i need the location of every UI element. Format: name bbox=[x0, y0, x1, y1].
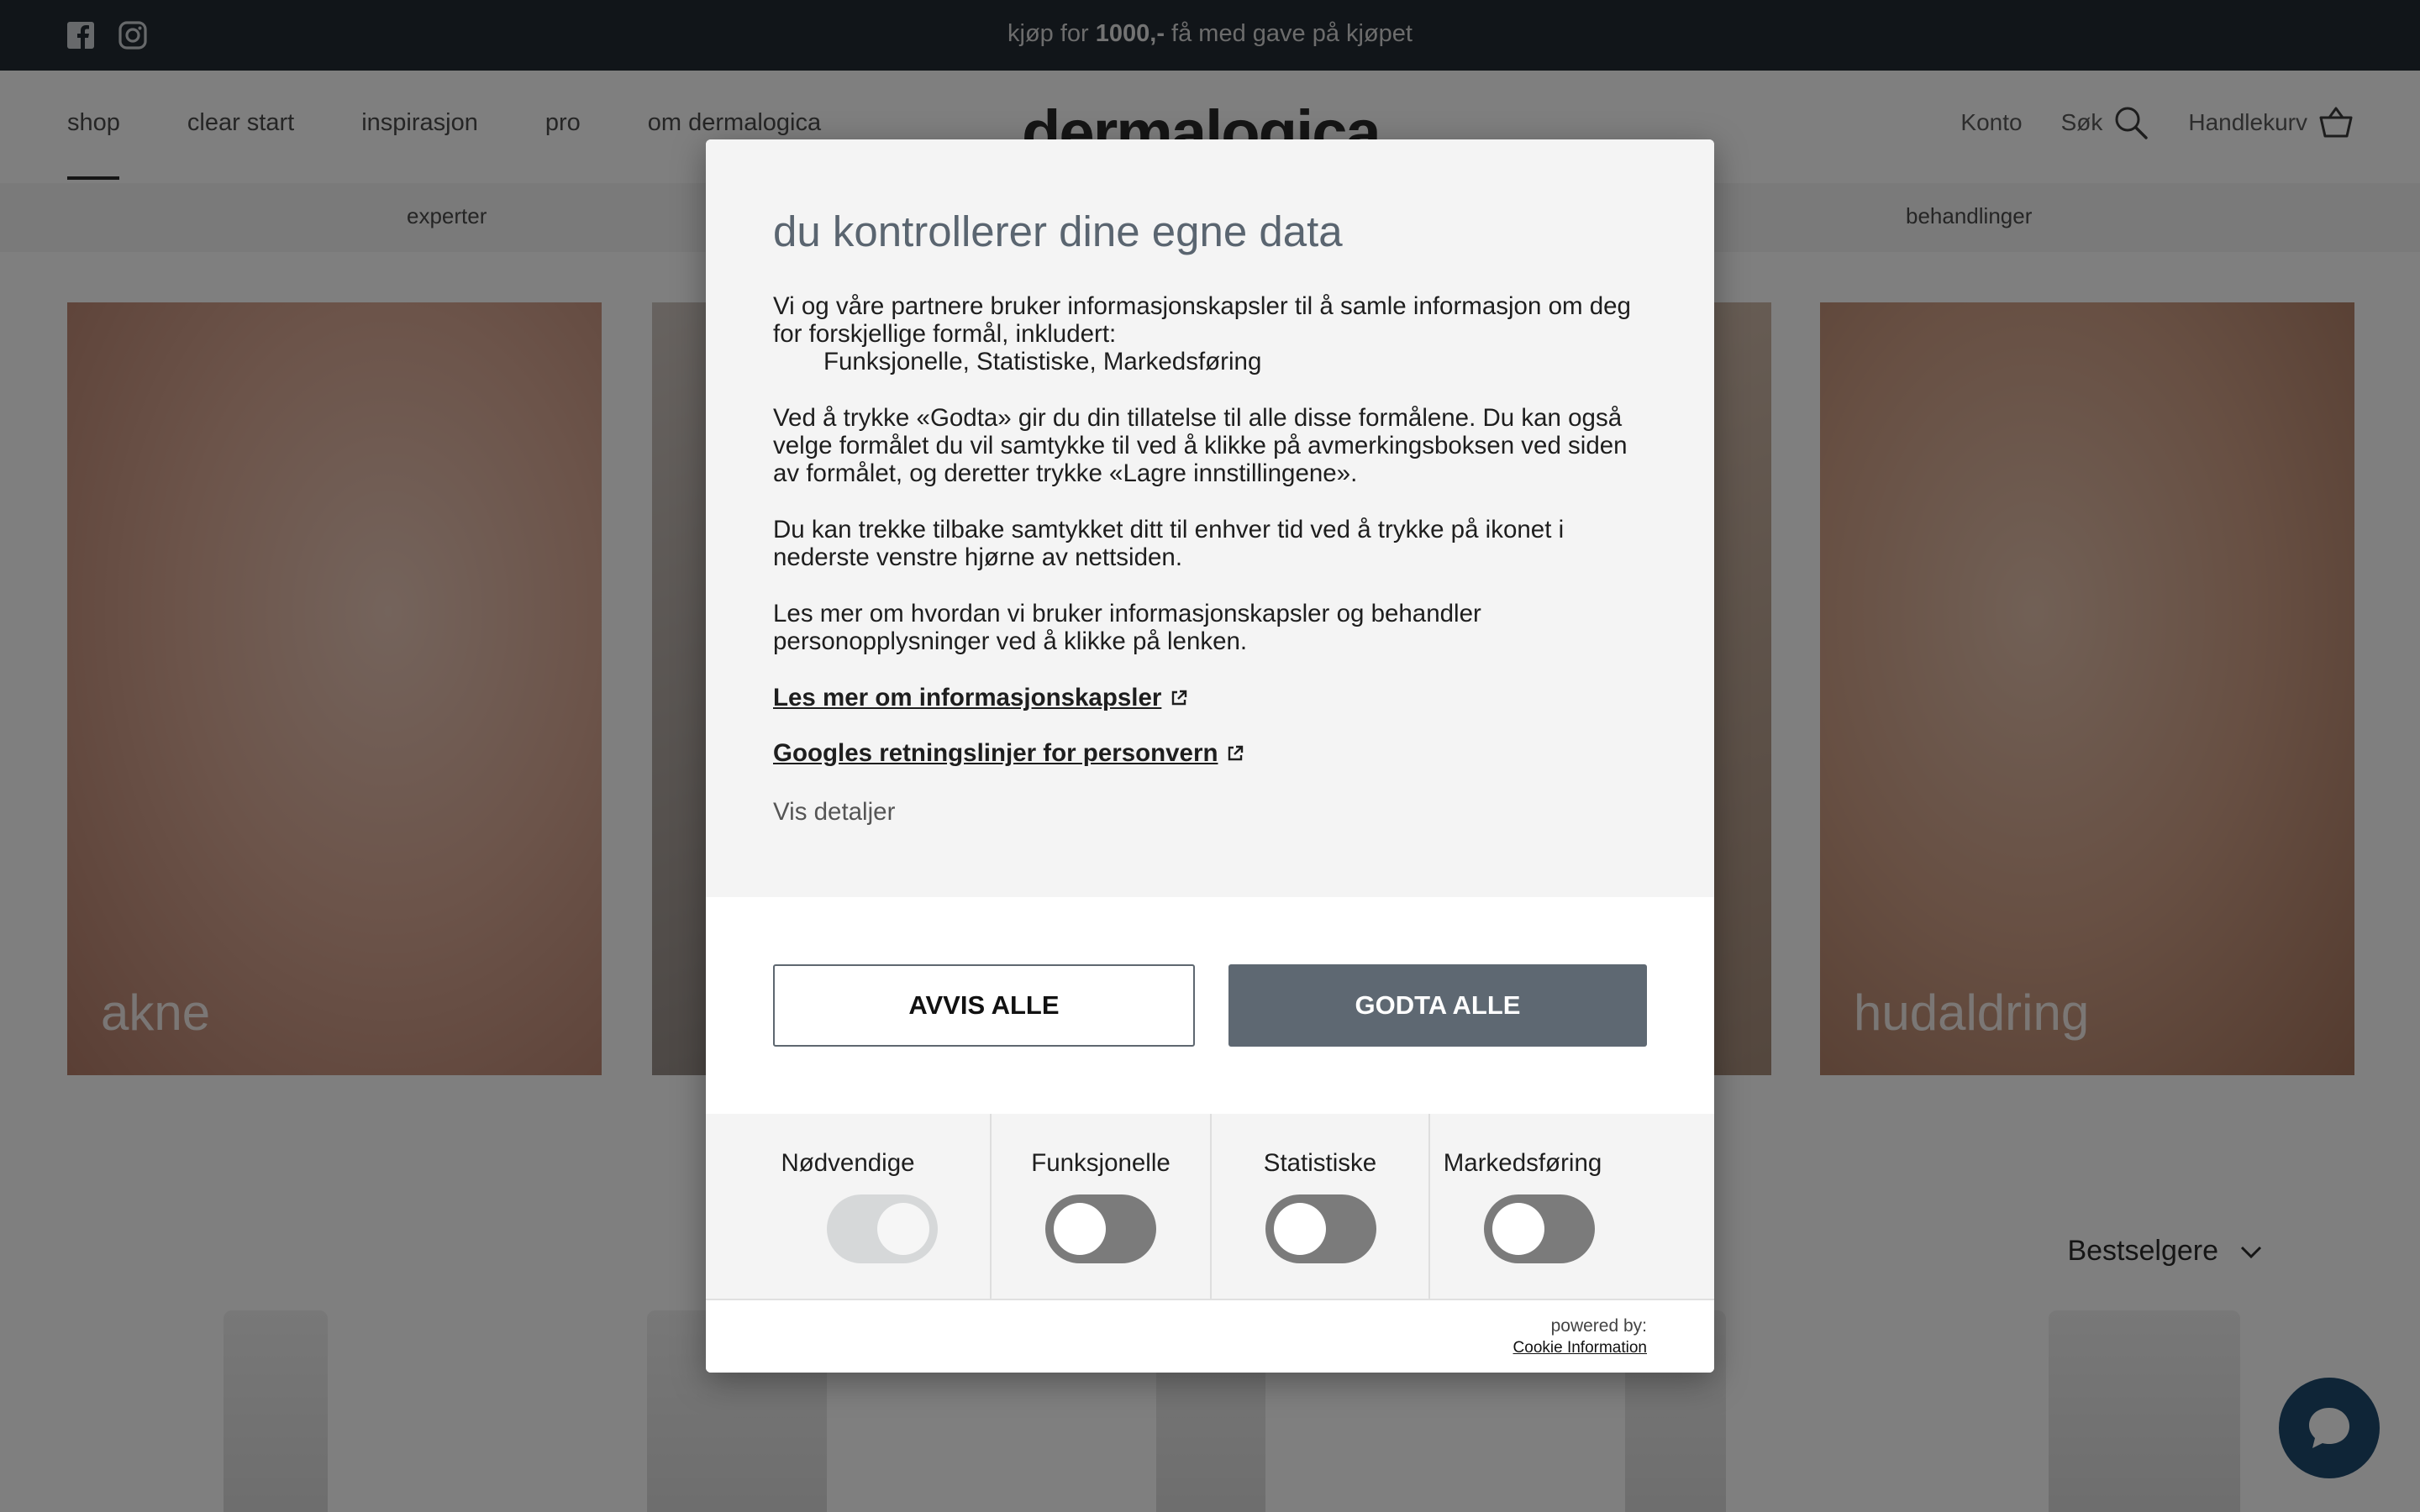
category-label: Nødvendige bbox=[781, 1149, 915, 1177]
toggle-knob bbox=[877, 1203, 929, 1255]
dialog-body: Vi og våre partnere bruker informasjonsk… bbox=[773, 292, 1655, 684]
dialog-content: du kontrollerer dine egne data Vi og vår… bbox=[706, 139, 1714, 897]
toggle-knob bbox=[1054, 1203, 1106, 1255]
toggle-knob bbox=[1274, 1203, 1326, 1255]
toggle-necessary bbox=[827, 1194, 938, 1263]
category-label: Funksjonelle bbox=[1031, 1149, 1171, 1177]
external-link-icon bbox=[1172, 690, 1187, 706]
cookie-policy-link[interactable]: Les mer om informasjonskapsler bbox=[773, 684, 1188, 712]
category-label: Statistiske bbox=[1263, 1149, 1377, 1177]
toggle-functional[interactable] bbox=[1045, 1194, 1156, 1263]
consent-readmore-info: Les mer om hvordan vi bruker informasjon… bbox=[773, 600, 1481, 655]
cookie-consent-dialog: du kontrollerer dine egne data Vi og vår… bbox=[706, 139, 1714, 1373]
accept-all-button[interactable]: GODTA ALLE bbox=[1228, 964, 1647, 1047]
toggle-marketing[interactable] bbox=[1484, 1194, 1595, 1263]
reject-all-button[interactable]: AVVIS ALLE bbox=[773, 964, 1195, 1047]
category-functional: Funksjonelle bbox=[992, 1114, 1212, 1299]
dialog-footer: powered by: Cookie Information bbox=[706, 1299, 1714, 1373]
category-label: Markedsføring bbox=[1443, 1149, 1602, 1177]
consent-purposes: Funksjonelle, Statistiske, Markedsføring bbox=[823, 348, 1262, 375]
consent-accept-info: Ved å trykke «Godta» gir du din tillatel… bbox=[773, 404, 1628, 487]
show-details-link[interactable]: Vis detaljer bbox=[773, 798, 895, 827]
dialog-title: du kontrollerer dine egne data bbox=[773, 207, 1343, 255]
consent-withdraw-info: Du kan trekke tilbake samtykket ditt til… bbox=[773, 516, 1565, 571]
consent-intro: Vi og våre partnere bruker informasjonsk… bbox=[773, 292, 1631, 348]
category-marketing: Markedsføring bbox=[1430, 1114, 1714, 1299]
toggle-statistics[interactable] bbox=[1265, 1194, 1376, 1263]
provider-link[interactable]: Cookie Information bbox=[1513, 1337, 1647, 1359]
category-statistics: Statistiske bbox=[1212, 1114, 1430, 1299]
powered-by: powered by: Cookie Information bbox=[1513, 1315, 1647, 1359]
consent-categories: Nødvendige Funksjonelle Statistiske Mark… bbox=[706, 1114, 1714, 1299]
external-link-icon bbox=[1228, 745, 1244, 761]
toggle-knob bbox=[1492, 1203, 1544, 1255]
category-necessary: Nødvendige bbox=[706, 1114, 992, 1299]
google-privacy-link[interactable]: Googles retningslinjer for personvern bbox=[773, 739, 1244, 768]
